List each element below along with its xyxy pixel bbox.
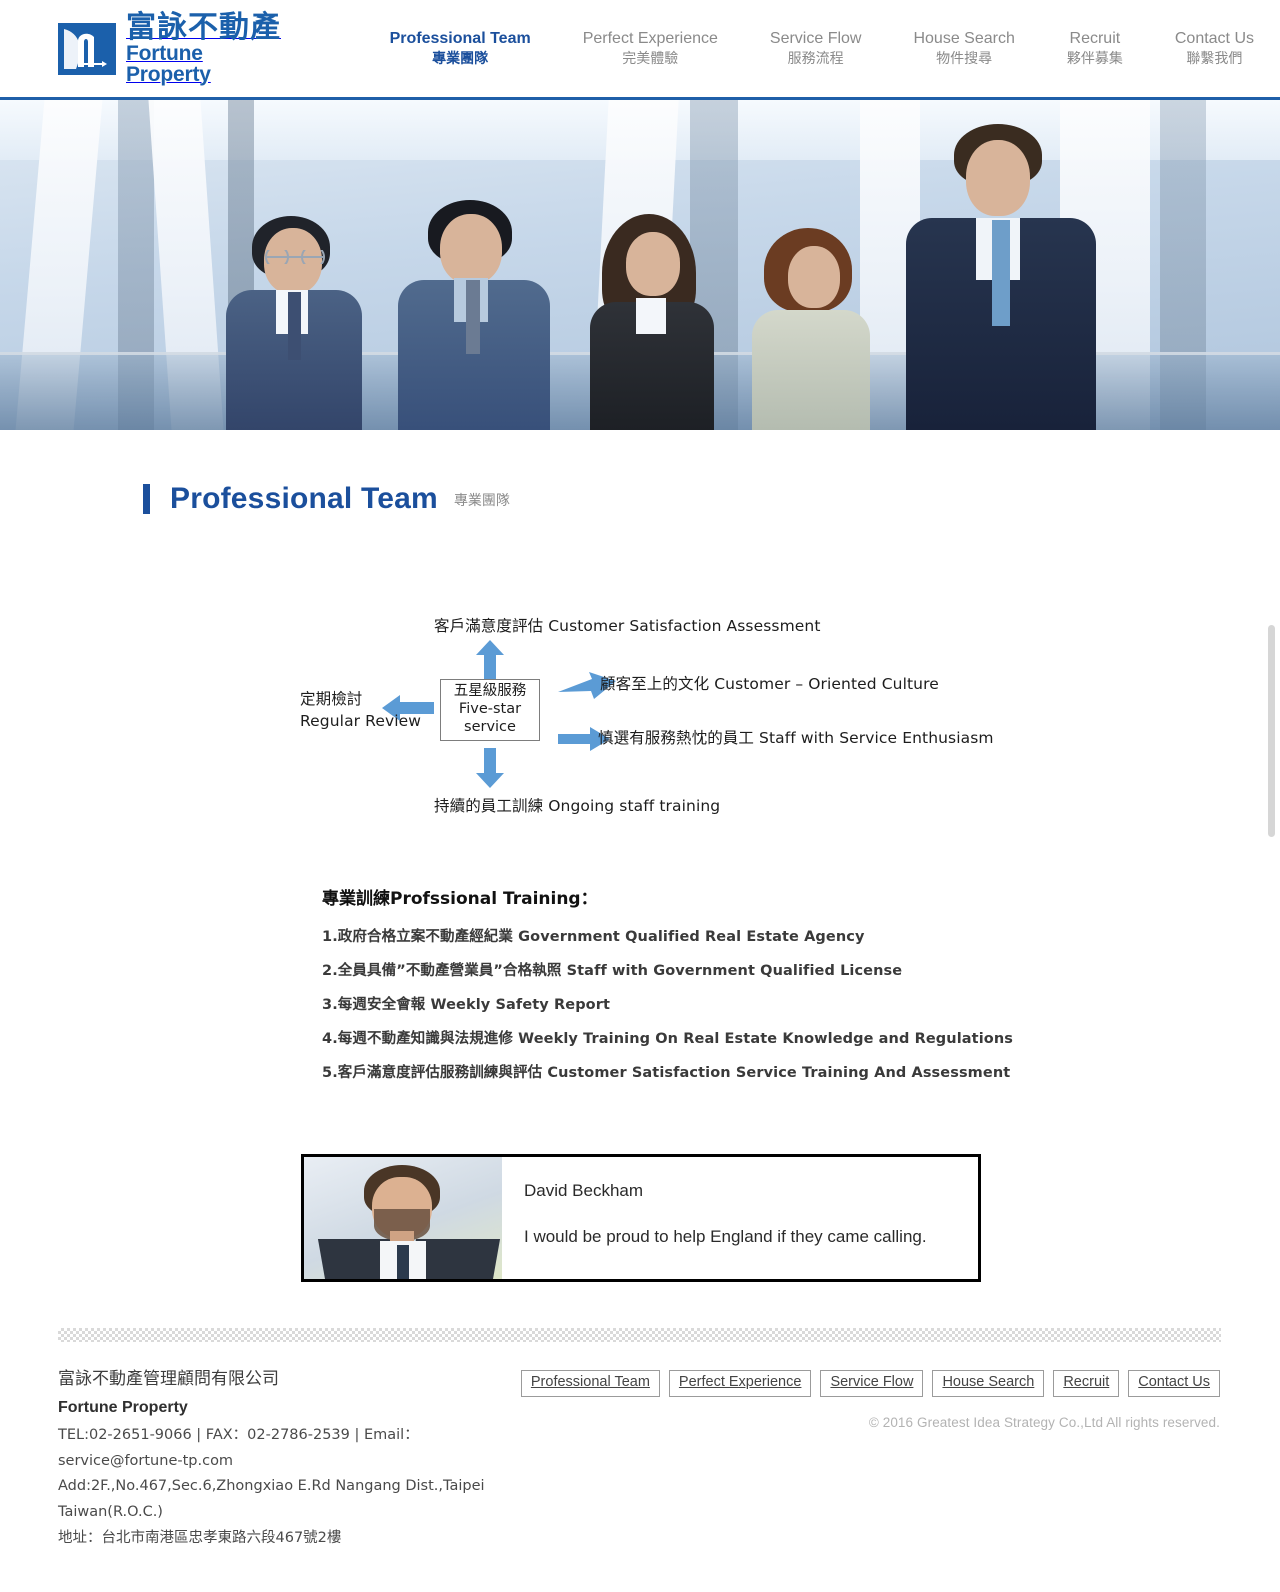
footer-right-block: Professional Team Perfect Experience Ser… (520, 1364, 1220, 1552)
nav-label-en: Professional Team (389, 30, 531, 48)
training-item: 2.全員具備”不動產營業員”合格執照 Staff with Government… (322, 963, 903, 979)
testimonial-quote-box: David Beckham I would be proud to help E… (301, 1154, 981, 1282)
footer-company-info: 富詠不動產管理顧問有限公司 Fortune Property TEL:02-26… (58, 1364, 521, 1552)
page-title: Professional Team 專業團隊 (0, 430, 1280, 516)
nav-item-contact-us[interactable]: Contact Us 聯繫我們 (1149, 28, 1280, 68)
page-scrollbar[interactable] (1268, 625, 1275, 837)
five-star-service-diagram: 客戶滿意度評估 Customer Satisfaction Assessment… (300, 604, 1000, 834)
site-footer: 富詠不動產管理顧問有限公司 Fortune Property TEL:02-26… (0, 1342, 1280, 1592)
site-logo[interactable]: 富詠不動產 Fortune Property (58, 9, 286, 86)
diagram-label-left-line2: Regular Review (300, 712, 422, 731)
nav-item-professional-team[interactable]: Professional Team 專業團隊 (364, 28, 557, 68)
logo-text: 富詠不動產 Fortune Property (126, 9, 286, 86)
footer-company-name-en: Fortune Property (58, 1399, 188, 1417)
footer-links: Professional Team Perfect Experience Ser… (520, 1370, 1220, 1397)
logo-name-cn: 富詠不動產 (126, 9, 281, 45)
fortune-property-logo-icon (58, 22, 116, 75)
logo-name-en: Fortune Property (126, 41, 211, 86)
nav-label-cn: 夥伴募集 (1066, 50, 1123, 67)
hero-background (0, 100, 1280, 430)
site-header: 富詠不動產 Fortune Property Professional Team… (0, 0, 1280, 100)
hero-person-3 (578, 210, 726, 430)
footer-contact-line: TEL:02-2651-9066 | FAX：02-2786-2539 | Em… (58, 1426, 419, 1469)
page-title-cn: 專業團隊 (453, 493, 510, 509)
footer-copyright: © 2016 Greatest Idea Strategy Co.,Ltd Al… (868, 1414, 1220, 1430)
hero-person-5 (900, 118, 1100, 430)
diagram-center-box: 五星級服務 Five-star service (440, 679, 540, 741)
training-item: 4.每週不動產知識與法規進修 Weekly Training On Real E… (322, 1031, 1013, 1047)
nav-label-en: House Search (913, 30, 1015, 48)
footer-link-recruit[interactable]: Recruit (1053, 1370, 1120, 1397)
diagram-label-left-line1: 定期檢討 (300, 690, 363, 708)
nav-label-cn: 服務流程 (787, 50, 844, 67)
diagram-center-cn: 五星級服務 (453, 683, 527, 700)
training-item: 5.客戶滿意度評估服務訓練與評估 Customer Satisfaction S… (322, 1065, 1011, 1081)
nav-item-house-search[interactable]: House Search 物件搜尋 (887, 28, 1040, 68)
footer-link-contact-us[interactable]: Contact Us (1128, 1370, 1220, 1397)
hero-person-1 (218, 210, 368, 430)
arrow-up-icon (475, 640, 505, 684)
nav-label-en: Recruit (1069, 30, 1121, 48)
quote-text-block: David Beckham I would be proud to help E… (502, 1157, 978, 1279)
nav-label-cn: 聯繫我們 (1186, 50, 1243, 67)
nav-label-cn: 物件搜尋 (936, 50, 993, 67)
hero-person-4 (740, 222, 882, 430)
title-accent-bar (143, 484, 150, 514)
footer-company-name-cn: 富詠不動產管理顧問有限公司 (58, 1369, 279, 1389)
diagram-label-left: 定期檢討 Regular Review (300, 688, 421, 733)
footer-divider (58, 1328, 1221, 1342)
page-title-en: Professional Team (170, 482, 438, 515)
training-title: 專業訓練Profssional Training： (322, 889, 598, 909)
footer-address-en: Add:2F.,No.467,Sec.6,Zhongxiao E.Rd Nang… (58, 1478, 485, 1521)
quote-portrait-photo (304, 1157, 502, 1279)
arrow-down-icon (475, 748, 505, 792)
footer-link-professional-team[interactable]: Professional Team (520, 1370, 660, 1397)
quote-author-name: David Beckham (524, 1181, 644, 1200)
footer-link-perfect-experience[interactable]: Perfect Experience (668, 1370, 812, 1397)
nav-item-recruit[interactable]: Recruit 夥伴募集 (1041, 28, 1149, 68)
nav-item-service-flow[interactable]: Service Flow 服務流程 (744, 28, 888, 68)
main-navigation: Professional Team 專業團隊 Perfect Experienc… (364, 28, 1280, 68)
hero-person-2 (398, 198, 558, 430)
training-item: 3.每週安全會報 Weekly Safety Report (322, 997, 611, 1013)
footer-link-service-flow[interactable]: Service Flow (820, 1370, 924, 1397)
diagram-center-en-2: service (464, 718, 516, 735)
nav-item-perfect-experience[interactable]: Perfect Experience 完美體驗 (557, 28, 744, 68)
nav-label-en: Contact Us (1174, 30, 1254, 48)
nav-label-en: Service Flow (769, 30, 862, 48)
diagram-center-en-1: Five-star (458, 701, 522, 718)
footer-link-house-search[interactable]: House Search (932, 1370, 1045, 1397)
nav-label-en: Perfect Experience (582, 30, 718, 48)
quote-body-text: I would be proud to help England if they… (524, 1227, 927, 1246)
diagram-label-bottom: 持續的員工訓練 Ongoing staff training (434, 797, 721, 815)
diagram-label-right-upper: 顧客至上的文化 Customer – Oriented Culture (600, 675, 939, 693)
hero-banner (0, 100, 1280, 430)
diagram-label-top: 客戶滿意度評估 Customer Satisfaction Assessment (434, 617, 821, 635)
diagram-label-right-lower: 慎選有服務熱忱的員工 Staff with Service Enthusiasm (598, 729, 994, 747)
nav-label-cn: 完美體驗 (622, 50, 679, 67)
training-item: 1.政府合格立案不動產經紀業 Government Qualified Real… (322, 929, 865, 945)
professional-training-section: 專業訓練Profssional Training： 1.政府合格立案不動產經紀業… (322, 884, 1280, 1082)
footer-address-cn: 地址：台北市南港區忠孝東路六段467號2樓 (58, 1529, 342, 1546)
nav-label-cn: 專業團隊 (432, 50, 489, 67)
